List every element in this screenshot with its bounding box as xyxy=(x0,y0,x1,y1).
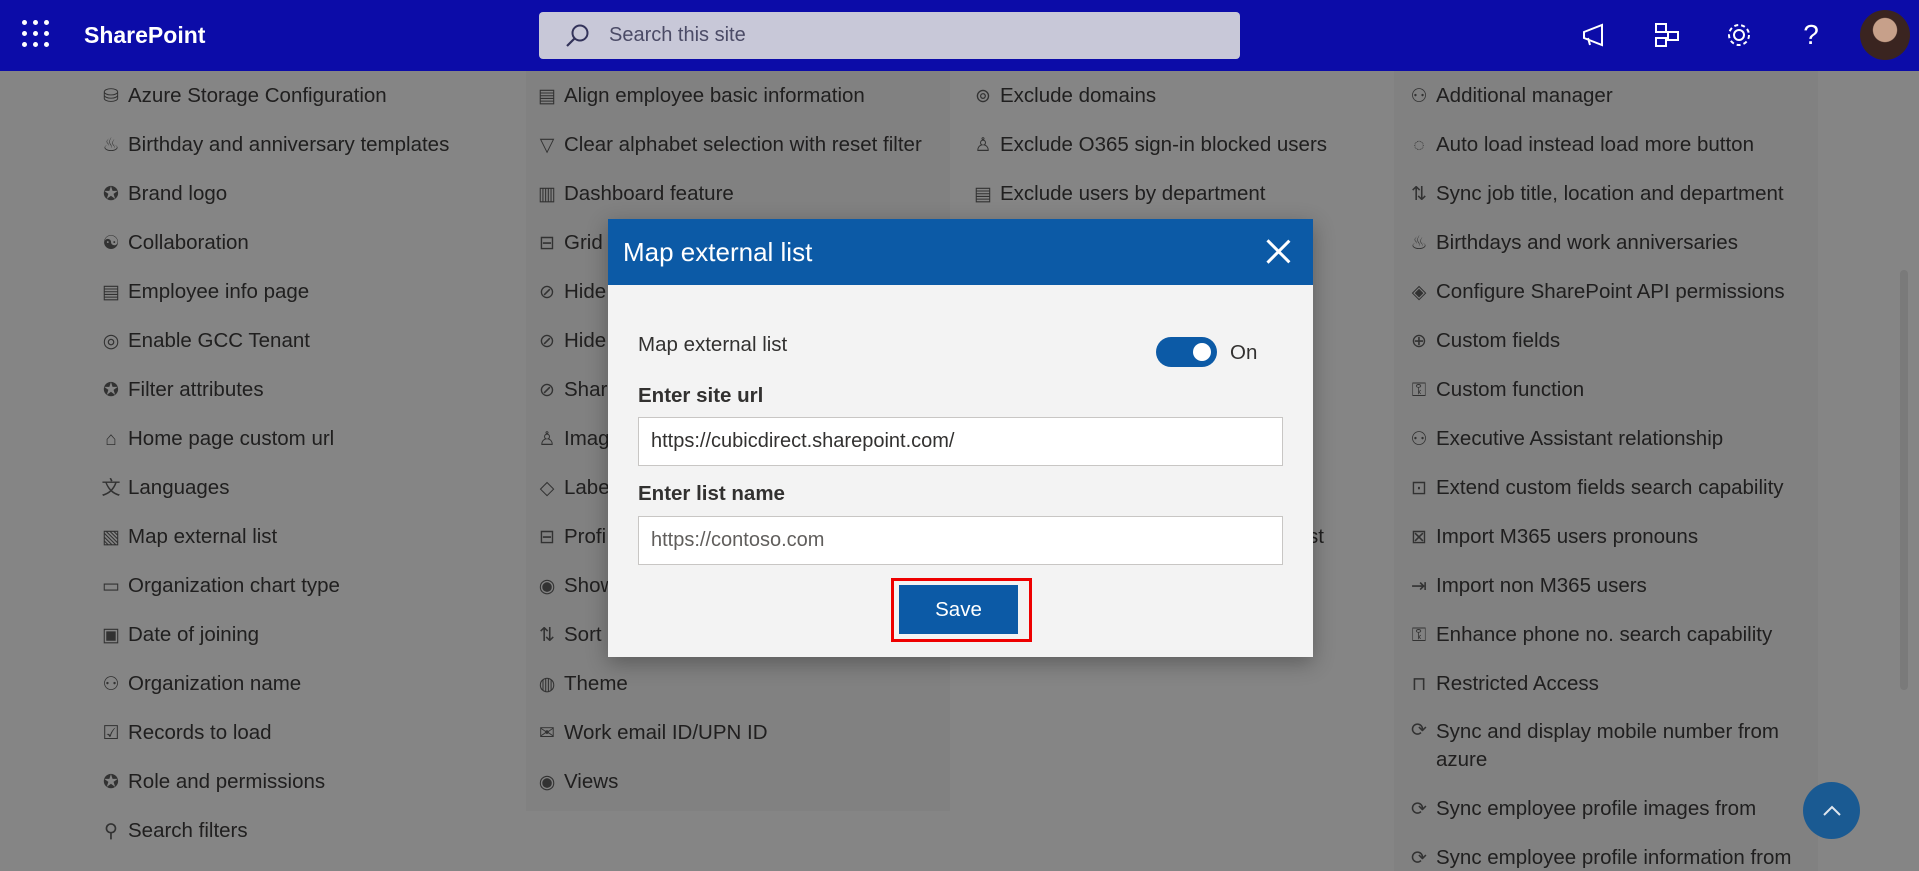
list-name-input[interactable] xyxy=(638,516,1283,565)
help-icon[interactable]: ? xyxy=(1794,18,1828,52)
gear-icon[interactable] xyxy=(1722,18,1756,52)
app-title[interactable]: SharePoint xyxy=(84,22,205,49)
map-external-list-dialog: Map external list Map external list On E… xyxy=(608,219,1313,657)
dialog-title: Map external list xyxy=(623,236,813,267)
search-placeholder: Search this site xyxy=(609,24,746,46)
sites-icon[interactable] xyxy=(1650,18,1684,52)
site-url-label: Enter site url xyxy=(638,384,764,407)
search-icon xyxy=(566,24,589,47)
scrollbar[interactable] xyxy=(1900,270,1908,690)
toggle-knob xyxy=(1193,343,1211,361)
toggle-state-label: On xyxy=(1230,341,1258,364)
site-url-input[interactable] xyxy=(638,417,1283,466)
list-name-label: Enter list name xyxy=(638,482,785,505)
toggle-label: Map external list xyxy=(638,333,788,356)
suite-header: SharePoint Search this site ? xyxy=(0,0,1919,71)
save-button[interactable]: Save xyxy=(899,585,1018,634)
close-icon[interactable] xyxy=(1261,234,1295,268)
map-external-list-toggle[interactable] xyxy=(1156,337,1217,367)
scroll-to-top-button[interactable] xyxy=(1803,782,1860,839)
dialog-header: Map external list xyxy=(608,219,1313,285)
search-box[interactable]: Search this site xyxy=(539,12,1240,59)
megaphone-icon[interactable] xyxy=(1578,18,1612,52)
chevron-up-icon xyxy=(1822,805,1841,816)
avatar[interactable] xyxy=(1860,10,1910,60)
app-launcher-icon[interactable] xyxy=(22,20,50,48)
